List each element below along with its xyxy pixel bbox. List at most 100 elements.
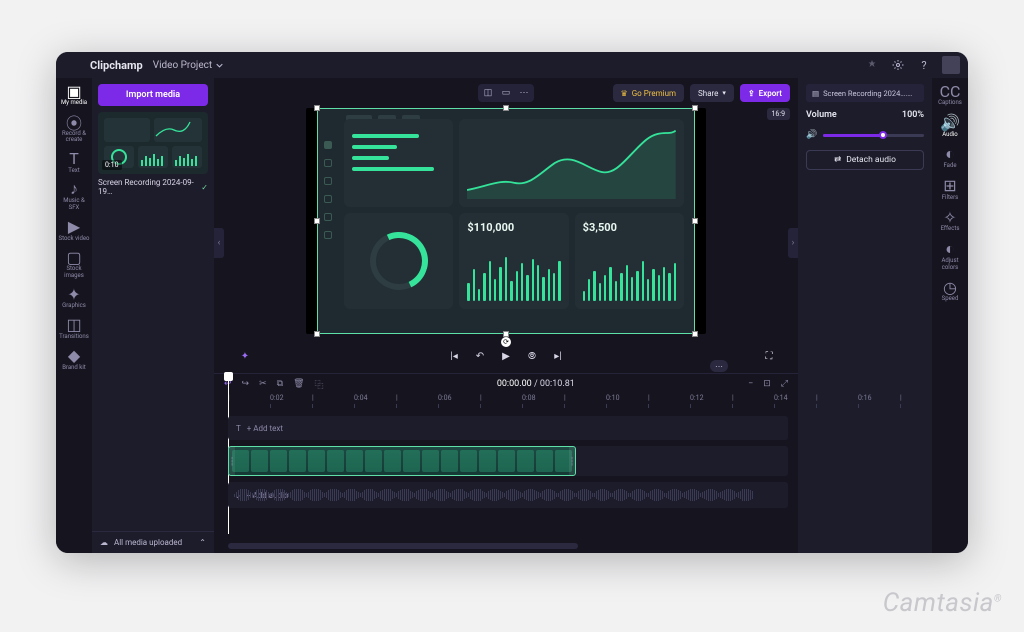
chevron-up-icon: ⌃ <box>199 538 206 547</box>
text-icon: T <box>236 424 241 433</box>
time-ruler[interactable]: |0:02|0:04|0:06|0:08|0:10|0:12|0:14|0:16… <box>228 394 798 410</box>
left-rail-brand-kit[interactable]: ◆Brand kit <box>58 349 90 372</box>
left-rail-stock-images[interactable]: ▢Stock images <box>58 250 90 279</box>
text-track[interactable]: T + Add text <box>228 416 788 440</box>
resize-handle[interactable] <box>692 218 698 224</box>
timeline-options[interactable]: ⋯ <box>710 360 728 372</box>
settings-icon[interactable] <box>890 57 906 73</box>
right-rail-effects[interactable]: ✧Effects <box>934 210 966 233</box>
more-tools-icon[interactable]: ⋯ <box>516 86 532 100</box>
film-icon: ▤ <box>812 89 819 98</box>
rail-label: My media <box>61 100 87 107</box>
canvas-tools: ◫ ▭ ⋯ <box>478 84 534 102</box>
captions-icon: CC <box>941 84 959 98</box>
resize-handle[interactable] <box>314 105 320 111</box>
delete-icon[interactable]: 🗑 <box>293 379 304 389</box>
right-rail-adjust[interactable]: ◐Adjust colors <box>934 242 966 271</box>
crop-tool-icon[interactable]: ◫ <box>480 86 496 100</box>
media-upload-status[interactable]: ☁ All media uploaded ⌃ <box>92 531 214 553</box>
project-name-dropdown[interactable]: Video Project <box>153 60 223 71</box>
right-rail-audio[interactable]: 🔊Audio <box>934 116 966 139</box>
rail-label: Audio <box>942 132 957 139</box>
selected-clip-chip[interactable]: ▤ Screen Recording 2024….mov <box>806 84 924 102</box>
right-rail-captions[interactable]: CC Captions <box>934 84 966 107</box>
panel-collapse-left[interactable]: ‹ <box>214 228 224 258</box>
dashboard-preview: $110,000 $3,500 <box>318 109 694 333</box>
share-button[interactable]: Share▾ <box>690 84 734 102</box>
resize-handle[interactable] <box>314 218 320 224</box>
right-rail: CCCaptions🔊Audio◐Fade⊞Filters✧Effects◐Ad… <box>932 78 968 553</box>
go-premium-button[interactable]: ♛Go Premium <box>613 84 684 102</box>
step-forward-icon[interactable]: ⦾ <box>525 349 539 363</box>
export-button[interactable]: ⇪Export <box>740 84 790 102</box>
timeline-scrollbar[interactable] <box>228 543 578 549</box>
play-button[interactable]: ▶ <box>499 349 513 363</box>
filters-icon: ⊞ <box>941 179 959 193</box>
right-rail-fade[interactable]: ◐Fade <box>934 147 966 170</box>
timeline-toolbar: ↩ ↪ ✂ ⧉ 🗑 ⿻ 00:00.00 / 00:10.81 − ⊡ ⤢ ⋯ <box>214 374 798 394</box>
help-icon[interactable]: ? <box>916 57 932 73</box>
left-rail-stock-video[interactable]: ▶Stock video <box>58 220 90 243</box>
keyframe-icon[interactable]: ✦ <box>238 349 252 363</box>
video-track[interactable]: ┆ ┆ <box>228 446 788 476</box>
stock-images-icon: ▢ <box>65 250 83 264</box>
transitions-icon: ◫ <box>65 318 83 332</box>
rail-label: Filters <box>942 195 959 202</box>
left-rail: ▣My media ⦿Record & create T Text ♪Music & S… <box>56 78 92 553</box>
user-avatar[interactable] <box>942 56 960 74</box>
zoom-in-icon[interactable]: ⤢ <box>781 379 788 389</box>
step-back-icon[interactable]: ↶ <box>473 349 487 363</box>
audio-track[interactable]: ♪ + Add audio <box>228 482 788 508</box>
aspect-ratio-badge[interactable]: 16:9 <box>767 108 791 120</box>
detach-audio-button[interactable]: ⇄ Detach audio <box>806 150 924 170</box>
thumbnail-name-row: Screen Recording 2024-09-19… ✓ <box>98 178 208 196</box>
text-icon: T <box>65 152 83 166</box>
left-rail-record[interactable]: ⦿Record & create <box>58 115 90 144</box>
speed-icon: ◷ <box>941 280 959 294</box>
fullscreen-icon[interactable]: ⛶ <box>762 349 776 363</box>
zoom-fit-icon[interactable]: ⊡ <box>763 379 771 389</box>
right-rail-speed[interactable]: ◷Speed <box>934 280 966 303</box>
crown-icon: ♛ <box>621 89 628 98</box>
resize-handle[interactable] <box>692 331 698 337</box>
zoom-out-icon[interactable]: − <box>748 379 753 389</box>
rail-label: Brand kit <box>62 365 86 372</box>
left-rail-graphics[interactable]: ✦Graphics <box>58 287 90 310</box>
timeline: ↩ ↪ ✂ ⧉ 🗑 ⿻ 00:00.00 / 00:10.81 − ⊡ ⤢ ⋯ … <box>214 373 798 553</box>
duplicate-icon[interactable]: ⿻ <box>315 378 324 391</box>
clip-selection[interactable]: $110,000 $3,500 ⟳ <box>317 108 695 334</box>
volume-value: 100% <box>902 110 924 120</box>
resize-handle[interactable] <box>692 105 698 111</box>
panel-collapse-right[interactable]: › <box>788 228 798 258</box>
skip-end-icon[interactable]: ▸| <box>551 349 565 363</box>
rail-label: Fade <box>943 163 956 170</box>
right-rail-filters[interactable]: ⊞ Filters <box>934 179 966 202</box>
preview-stage[interactable]: $110,000 $3,500 ⟳ <box>306 108 706 334</box>
fit-tool-icon[interactable]: ▭ <box>498 86 514 100</box>
properties-panel: ▤ Screen Recording 2024….mov Volume 100%… <box>798 78 932 553</box>
import-media-button[interactable]: Import media <box>98 84 208 106</box>
rail-label: Captions <box>938 100 962 107</box>
resize-handle[interactable] <box>503 105 509 111</box>
redo-icon[interactable]: ↪ <box>242 379 250 389</box>
split-icon[interactable]: ✂ <box>259 379 267 389</box>
app-window: Clipchamp Video Project ? ▣My media⦿Reco… <box>56 52 968 553</box>
copy-icon[interactable]: ⧉ <box>277 379 283 389</box>
left-rail-music[interactable]: ♪Music & SFX <box>58 182 90 211</box>
media-thumbnail[interactable]: 0:10 <box>98 112 208 174</box>
volume-slider[interactable]: 🔊 <box>806 128 924 142</box>
skip-start-icon[interactable]: |◂ <box>447 349 461 363</box>
left-rail-my-media[interactable]: ▣My media <box>58 84 90 107</box>
app-menu-icon[interactable] <box>64 57 80 73</box>
chevron-down-icon: ▾ <box>722 89 726 97</box>
left-rail-text[interactable]: T Text <box>58 152 90 175</box>
speaker-icon: 🔊 <box>806 130 817 140</box>
adjust-icon: ◐ <box>941 242 959 256</box>
rail-label: Text <box>68 168 79 175</box>
video-clip[interactable]: ┆ ┆ <box>228 446 576 476</box>
rail-label: Record & create <box>58 131 90 144</box>
upgrade-icon[interactable] <box>864 57 880 73</box>
resize-handle[interactable] <box>314 331 320 337</box>
left-rail-transitions[interactable]: ◫Transitions <box>58 318 90 341</box>
clip-trim-right[interactable]: ┆ <box>569 447 575 475</box>
